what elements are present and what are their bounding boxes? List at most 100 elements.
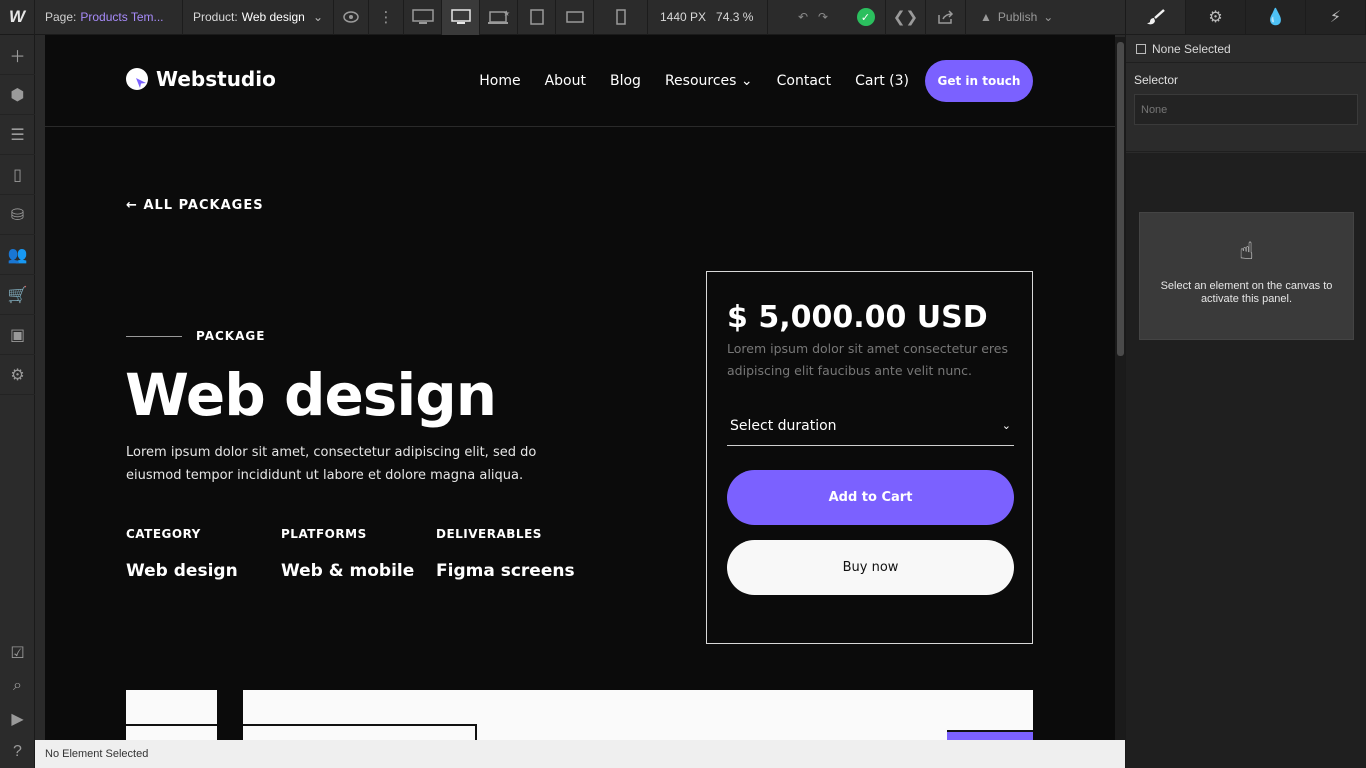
buy-now-button[interactable]: Buy now (727, 540, 1014, 595)
settings-gear-icon[interactable]: ⚙ (0, 355, 35, 395)
selector-label: Selector (1134, 73, 1179, 87)
selection-indicator[interactable]: None Selected (1126, 35, 1366, 63)
product-selector-value: Web design (241, 10, 305, 24)
chevron-down-icon: ⌄ (312, 10, 323, 24)
redo-icon[interactable]: ↷ (818, 10, 828, 24)
ecommerce-cart-icon[interactable]: 🛒 (0, 275, 35, 315)
canvas[interactable]: Webstudio Home About Blog Resources ⌄ Co… (45, 35, 1115, 740)
spec-label: CATEGORY (126, 527, 201, 541)
product-title: Web design (125, 361, 497, 429)
all-packages-link[interactable]: ← ALL PACKAGES (126, 198, 264, 213)
canvas-frame: Webstudio Home About Blog Resources ⌄ Co… (35, 35, 1125, 740)
spec-platforms: PLATFORMS Web & mobile (281, 527, 436, 581)
spec-value: Figma screens (436, 561, 575, 581)
add-panel-icon[interactable]: ＋ (0, 35, 35, 75)
pages-icon[interactable]: ▯ (0, 155, 35, 195)
preview-image-left (126, 690, 217, 740)
preview-image-right (243, 690, 1033, 740)
webflow-logo[interactable]: W (0, 0, 35, 35)
cms-database-icon[interactable]: ⛁ (0, 195, 35, 235)
publish-label: Publish (997, 10, 1038, 24)
chevron-down-icon: ⌄ (1043, 10, 1054, 24)
price-card: $ 5,000.00 USD Lorem ipsum dolor sit ame… (706, 271, 1033, 644)
checkmark-icon: ✓ (856, 8, 875, 26)
nav-link-cart[interactable]: Cart (3) (855, 73, 909, 89)
canvas-zoom: 74.3 % (716, 10, 754, 24)
components-cube-icon[interactable]: ⬢ (0, 75, 35, 115)
duration-select-value: Select duration (730, 417, 837, 434)
users-icon[interactable]: 👥 (0, 235, 35, 275)
video-tutorials-icon[interactable]: ▶ (0, 702, 35, 735)
checkbox-icon (1136, 43, 1146, 54)
style-panel: ⚙ 💧 ⚡ None Selected Selector ☝ Select an… (1125, 0, 1366, 768)
rocket-icon: ▲ (980, 10, 992, 24)
page-selector[interactable]: Page: Products Tem... (35, 0, 183, 35)
undo-icon[interactable]: ↶ (798, 10, 808, 24)
nav-link-resources-label: Resources (664, 73, 737, 89)
page-selector-value: Products Tem... (80, 10, 164, 24)
image-box (243, 724, 477, 740)
canvas-width: 1440 PX (660, 10, 707, 24)
add-to-cart-button[interactable]: Add to Cart (727, 470, 1014, 525)
tab-style-manager-drops-icon[interactable]: 💧 (1246, 0, 1306, 34)
product-selector-label: Product: (193, 10, 238, 24)
breakpoint-mobile-portrait-icon[interactable] (594, 0, 648, 35)
canvas-scroll-thumb[interactable] (1117, 42, 1124, 356)
history-controls: ↶ ↷ (768, 0, 828, 35)
tab-settings-gear-icon[interactable]: ⚙ (1186, 0, 1246, 34)
chevron-down-icon: ⌄ (740, 73, 753, 89)
package-eyebrow: PACKAGE (126, 329, 265, 343)
assets-icon[interactable]: ▣ (0, 315, 35, 355)
product-price: $ 5,000.00 USD (727, 300, 988, 335)
spec-value: Web & mobile (281, 561, 415, 581)
spec-value: Web design (126, 561, 238, 581)
nav-link-resources[interactable]: Resources ⌄ (665, 73, 753, 89)
more-options-icon[interactable]: ⋮ (369, 0, 404, 35)
product-description: Lorem ipsum dolor sit amet, consectetur … (126, 445, 537, 483)
arrow-left-icon: ← (126, 198, 138, 213)
all-packages-label: ALL PACKAGES (143, 198, 264, 213)
tab-style-brush-icon[interactable] (1126, 0, 1186, 34)
nav-link-about[interactable]: About (545, 73, 586, 89)
canvas-size-readout: 1440 PX 74.3 % (648, 0, 768, 35)
nav-link-blog[interactable]: Blog (610, 73, 641, 89)
nav-link-home[interactable]: Home (479, 73, 520, 89)
help-icon[interactable]: ? (0, 735, 35, 768)
empty-state-text: Select an element on the canvas to activ… (1160, 280, 1333, 305)
breakpoint-large-desktop-icon[interactable] (404, 0, 442, 35)
site-brand[interactable]: Webstudio (126, 67, 276, 91)
share-icon[interactable] (926, 0, 966, 35)
search-icon[interactable]: ⌕ (0, 669, 35, 702)
breakpoint-desktop-icon[interactable] (442, 0, 480, 35)
product-specs: CATEGORY Web design PLATFORMS Web & mobi… (126, 527, 591, 581)
site-navbar[interactable]: Webstudio Home About Blog Resources ⌄ Co… (45, 35, 1115, 127)
brand-logo-icon (126, 68, 148, 90)
breakpoint-tablet-icon[interactable] (518, 0, 556, 35)
duration-select[interactable]: Select duration ⌄ (727, 406, 1014, 446)
code-export-icon[interactable]: ❮❯ (886, 0, 926, 35)
eyebrow-label: PACKAGE (196, 329, 266, 343)
publish-button[interactable]: ▲ Publish ⌄ (966, 0, 1066, 35)
product-selector[interactable]: Product: Web design ⌄ (183, 0, 334, 35)
preview-eye-icon[interactable] (334, 0, 369, 35)
audit-check-icon[interactable]: ☑ (0, 636, 35, 669)
site-nav-links: Home About Blog Resources ⌄ Contact Cart… (479, 73, 909, 89)
spec-deliverables: DELIVERABLES Figma screens (436, 527, 591, 581)
eyebrow-divider (126, 335, 182, 337)
publish-status[interactable]: ✓ (846, 0, 886, 35)
empty-state-hint: ☝ Select an element on the canvas to act… (1139, 212, 1354, 340)
tab-interactions-bolt-icon[interactable]: ⚡ (1306, 0, 1366, 34)
image-line (126, 724, 217, 726)
chevron-down-icon: ⌄ (1001, 419, 1011, 432)
spec-label: DELIVERABLES (436, 527, 542, 541)
spec-label: PLATFORMS (281, 527, 367, 541)
panel-body: ☝ Select an element on the canvas to act… (1126, 153, 1366, 768)
page-selector-label: Page: (45, 10, 77, 24)
breakpoint-mobile-landscape-icon[interactable] (556, 0, 594, 35)
get-in-touch-button[interactable]: Get in touch (925, 60, 1033, 102)
navigator-icon[interactable]: ☰ (0, 115, 35, 155)
nav-link-contact[interactable]: Contact (777, 73, 831, 89)
selection-label: None Selected (1152, 41, 1231, 56)
selector-input[interactable] (1134, 94, 1358, 125)
breakpoint-base-star-icon[interactable]: ★ (480, 0, 518, 35)
